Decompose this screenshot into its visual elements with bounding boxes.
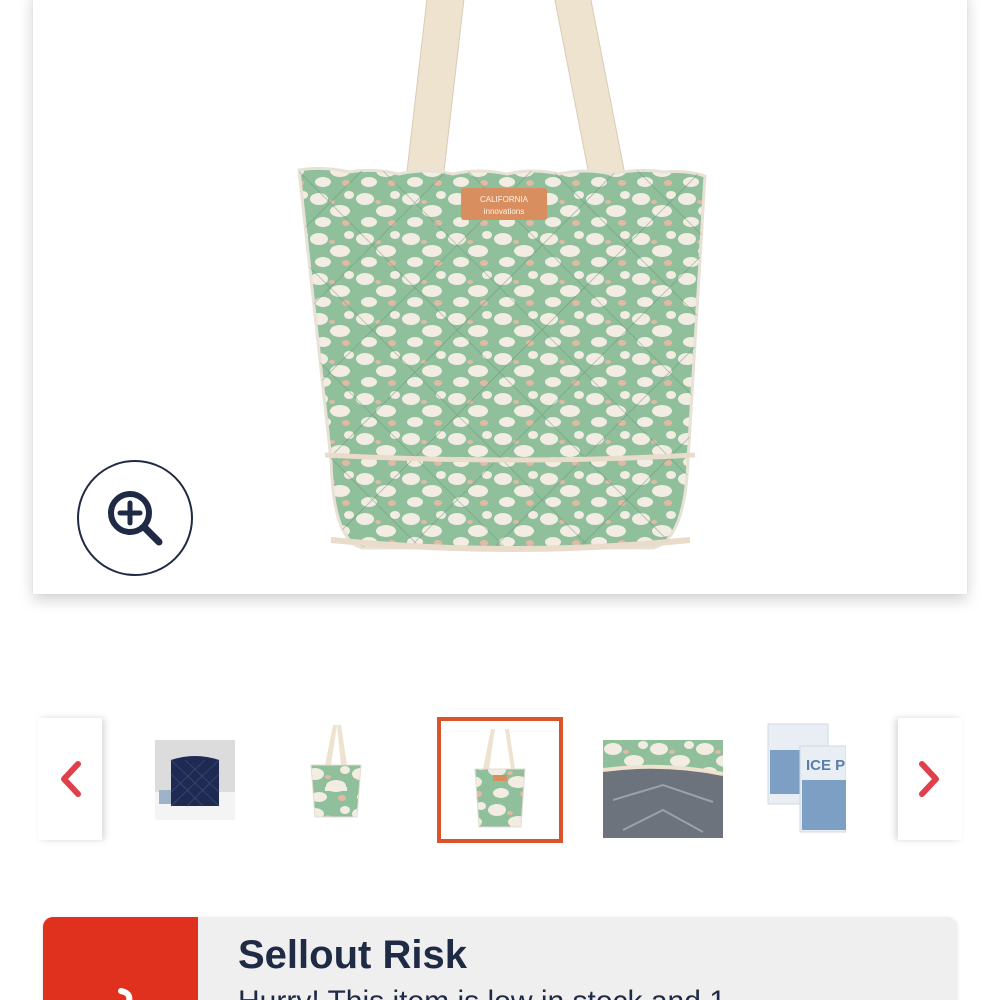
thumbnail-4[interactable]	[603, 740, 723, 838]
thumbnail-5-image: ICE P	[766, 720, 846, 835]
thumbnail-3-selected[interactable]	[437, 717, 563, 843]
chevron-left-icon	[61, 761, 81, 797]
thumbnail-1-image	[155, 740, 235, 820]
sellout-risk-alert: Sellout Risk Hurry! This item is low in …	[43, 917, 957, 1000]
carousel-prev-button[interactable]	[38, 718, 102, 840]
thumbnail-2[interactable]	[305, 725, 367, 825]
thumbnail-1[interactable]	[155, 740, 235, 820]
alert-icon-box	[43, 917, 198, 1000]
product-image-card: CALIFORNIA innovations	[33, 0, 967, 594]
zoom-button[interactable]	[77, 460, 193, 576]
thumbnail-4-image	[603, 740, 723, 838]
svg-text:CALIFORNIA: CALIFORNIA	[480, 195, 529, 204]
alert-icon	[117, 988, 132, 1000]
thumbnail-5[interactable]: ICE P	[766, 720, 846, 835]
thumbnail-3-image	[441, 721, 559, 839]
alert-title: Sellout Risk	[238, 933, 467, 977]
carousel-next-button[interactable]	[898, 718, 962, 840]
svg-text:ICE P: ICE P	[806, 757, 845, 774]
chevron-right-icon	[919, 761, 939, 797]
alert-message: Hurry! This item is low in stock and 1…	[238, 985, 756, 1000]
thumbnail-carousel: ICE P	[0, 715, 1000, 845]
zoom-in-icon	[108, 491, 163, 546]
thumbnail-2-image	[310, 725, 362, 818]
svg-text:innovations: innovations	[484, 207, 524, 216]
